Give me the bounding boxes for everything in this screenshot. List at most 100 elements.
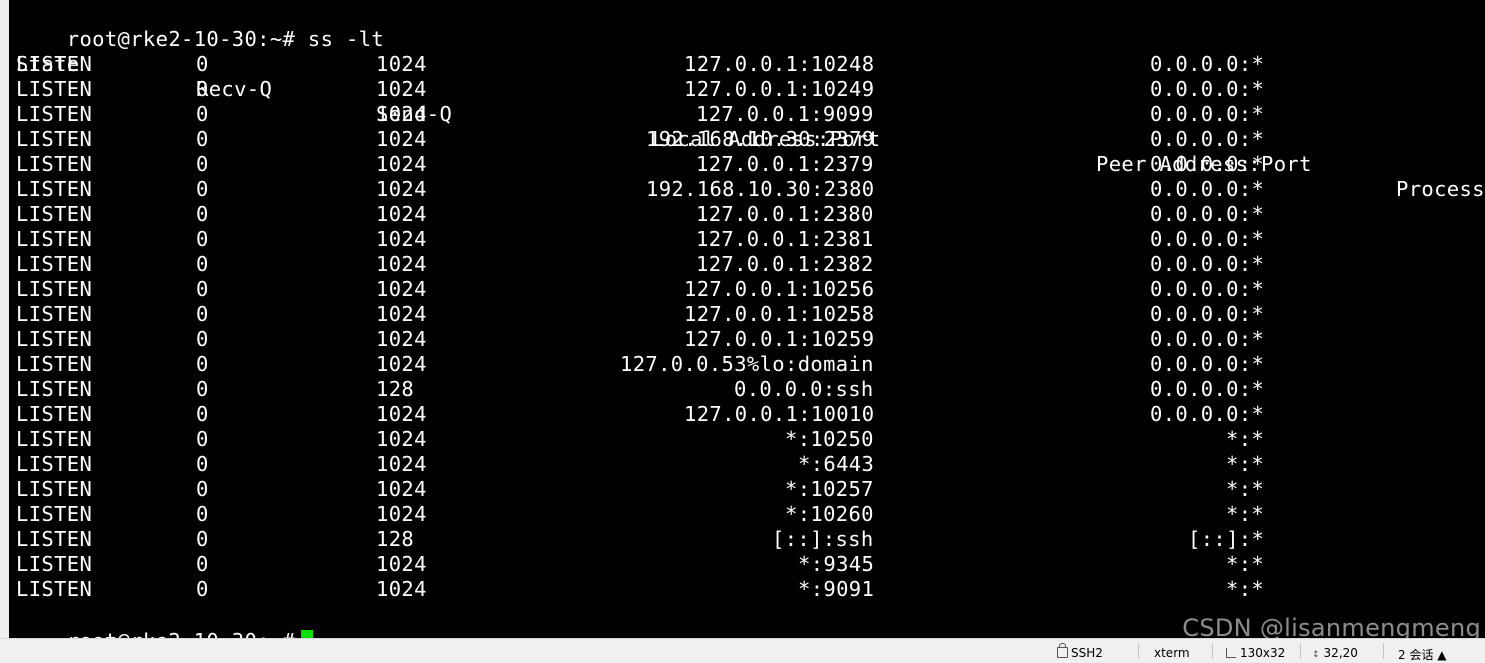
status-divider (1300, 643, 1301, 659)
socket-row: LISTEN 0 128 0.0.0.0:ssh 0.0.0.0:* (16, 377, 1485, 402)
protocol-label: SSH2 (1071, 646, 1103, 660)
final-prompt-line: root@rke2-10-30:~# (16, 604, 314, 638)
cell-recv-q: 0 (196, 302, 209, 326)
cell-local-address: 127.0.0.1:2382 (696, 252, 874, 276)
cell-local-address: 127.0.0.1:10259 (684, 327, 875, 351)
cell-recv-q: 0 (196, 227, 209, 251)
cell-peer-address: *:* (1226, 477, 1265, 501)
socket-row: LISTEN 0 1024 127.0.0.1:10249 0.0.0.0:* (16, 77, 1485, 102)
socket-row: LISTEN 0 1024 *:10260 *:* (16, 502, 1485, 527)
cell-send-q: 1024 (376, 302, 427, 326)
cell-state: LISTEN (16, 77, 93, 101)
cell-state: LISTEN (16, 527, 93, 551)
cell-send-q: 1024 (376, 502, 427, 526)
cell-local-address: 127.0.0.1:10256 (684, 277, 875, 301)
cell-send-q: 1024 (376, 577, 427, 601)
cell-local-address: 127.0.0.1:10258 (684, 302, 875, 326)
socket-row: LISTEN 0 1024 127.0.0.1:10248 0.0.0.0:* (16, 52, 1485, 77)
socket-row: LISTEN 0 1024 127.0.0.1:10259 0.0.0.0:* (16, 327, 1485, 352)
cell-recv-q: 0 (196, 277, 209, 301)
cell-peer-address: *:* (1226, 552, 1265, 576)
cell-state: LISTEN (16, 227, 93, 251)
cell-recv-q: 0 (196, 452, 209, 476)
table-header: State Recv-Q Send-Q Local Address:Port P… (16, 27, 1485, 201)
socket-row: LISTEN 0 1024 127.0.0.1:2382 0.0.0.0:* (16, 252, 1485, 277)
cell-send-q: 1024 (376, 277, 427, 301)
cell-peer-address: 0.0.0.0:* (1150, 152, 1265, 176)
cell-recv-q: 0 (196, 102, 209, 126)
cursor-position-label: 32,20 (1323, 646, 1358, 660)
socket-row: LISTEN 0 1024 127.0.0.1:10258 0.0.0.0:* (16, 302, 1485, 327)
cell-state: LISTEN (16, 327, 93, 351)
socket-row: LISTEN 0 1024 *:9091 *:* (16, 577, 1485, 602)
cell-peer-address: 0.0.0.0:* (1150, 402, 1265, 426)
status-divider (1212, 643, 1213, 659)
cell-peer-address: 0.0.0.0:* (1150, 352, 1265, 376)
socket-row: LISTEN 0 1024 192.168.10.30:2380 0.0.0.0:* (16, 177, 1485, 202)
cell-state: LISTEN (16, 152, 93, 176)
cell-state: LISTEN (16, 302, 93, 326)
cell-peer-address: 0.0.0.0:* (1150, 177, 1265, 201)
cell-recv-q: 0 (196, 502, 209, 526)
cell-peer-address: 0.0.0.0:* (1150, 377, 1265, 401)
cell-recv-q: 0 (196, 552, 209, 576)
cell-local-address: 127.0.0.1:2380 (696, 202, 874, 226)
cell-recv-q: 0 (196, 77, 209, 101)
chevron-up-icon: ▲ (1437, 648, 1447, 662)
cell-recv-q: 0 (196, 427, 209, 451)
cell-local-address: 192.168.10.30:2380 (646, 177, 875, 201)
csdn-watermark: CSDN @lisanmengmeng (1182, 614, 1481, 638)
cell-state: LISTEN (16, 352, 93, 376)
cell-state: LISTEN (16, 127, 93, 151)
cell-send-q: 1024 (376, 352, 427, 376)
cell-send-q: 1024 (376, 427, 427, 451)
cell-recv-q: 0 (196, 577, 209, 601)
socket-row: LISTEN 0 1024 127.0.0.1:10256 0.0.0.0:* (16, 277, 1485, 302)
socket-row: LISTEN 0 1024 192.168.10.30:2379 0.0.0.0:* (16, 127, 1485, 152)
cell-send-q: 1024 (376, 402, 427, 426)
terminal-size: 130x32 (1226, 646, 1285, 660)
cell-send-q: 1024 (376, 477, 427, 501)
cell-recv-q: 0 (196, 177, 209, 201)
cell-state: LISTEN (16, 377, 93, 401)
cell-send-q: 1024 (376, 52, 427, 76)
window-left-edge (0, 0, 9, 659)
cell-peer-address: 0.0.0.0:* (1150, 202, 1265, 226)
cell-local-address: 192.168.10.30:2379 (646, 127, 875, 151)
cell-recv-q: 0 (196, 477, 209, 501)
cell-state: LISTEN (16, 102, 93, 126)
cell-peer-address: 0.0.0.0:* (1150, 327, 1265, 351)
cell-state: LISTEN (16, 502, 93, 526)
socket-row: LISTEN 0 1024 *:9345 *:* (16, 552, 1485, 577)
socket-row: LISTEN 0 1024 *:10257 *:* (16, 477, 1485, 502)
cell-peer-address: 0.0.0.0:* (1150, 302, 1265, 326)
terminal-cursor (301, 630, 314, 638)
cell-peer-address: 0.0.0.0:* (1150, 52, 1265, 76)
command-line: root@rke2-10-30:~# ss -lt (16, 2, 384, 51)
cell-local-address: 127.0.0.53%lo:domain (620, 352, 874, 376)
cell-recv-q: 0 (196, 252, 209, 276)
resize-icon (1226, 648, 1236, 658)
cell-recv-q: 0 (196, 377, 209, 401)
session-count-label: 2 会话 (1398, 648, 1434, 662)
cell-peer-address: *:* (1226, 427, 1265, 451)
terminal-output[interactable]: root@rke2-10-30:~# ss -lt State Recv-Q S… (9, 0, 1485, 638)
cell-local-address: *:10250 (785, 427, 874, 451)
socket-row: LISTEN 0 1024 127.0.0.1:2381 0.0.0.0:* (16, 227, 1485, 252)
cell-peer-address: 0.0.0.0:* (1150, 127, 1265, 151)
terminal-type: xterm (1154, 646, 1190, 660)
protocol-status: SSH2 (1057, 643, 1103, 660)
cell-send-q: 1024 (376, 327, 427, 351)
cell-send-q: 1024 (376, 252, 427, 276)
status-divider (1138, 643, 1139, 659)
cell-state: LISTEN (16, 477, 93, 501)
cell-local-address: *:10257 (785, 477, 874, 501)
cell-peer-address: *:* (1226, 577, 1265, 601)
cell-local-address: *:10260 (785, 502, 874, 526)
cell-send-q: 1024 (376, 202, 427, 226)
session-count[interactable]: 2 会话 ▲ (1398, 646, 1447, 663)
cell-send-q: 1024 (376, 177, 427, 201)
cell-recv-q: 0 (196, 127, 209, 151)
cell-recv-q: 0 (196, 52, 209, 76)
socket-row: LISTEN 0 128 [::]:ssh [::]:* (16, 527, 1485, 552)
